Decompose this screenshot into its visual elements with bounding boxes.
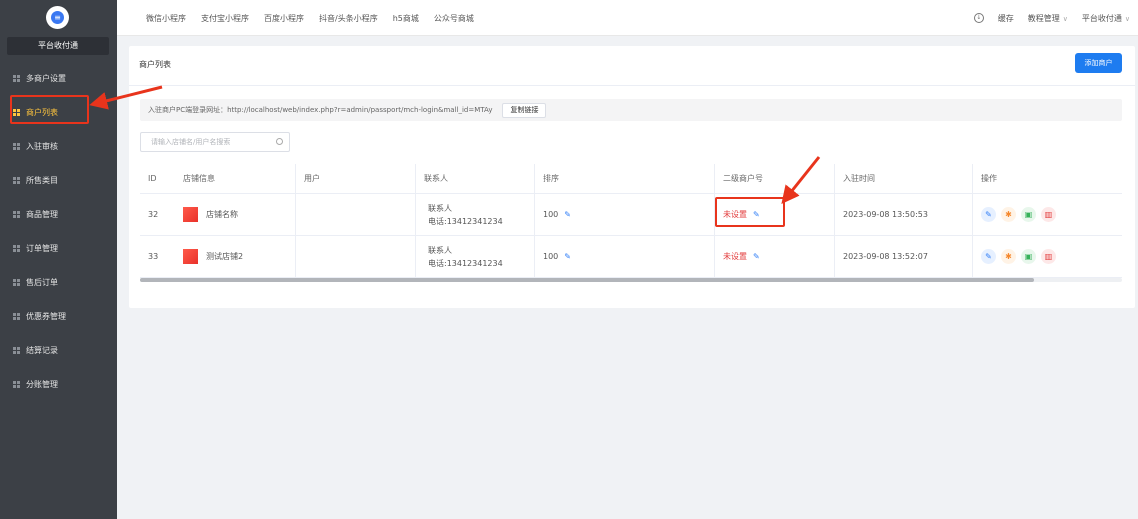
annotation-arrows [89,85,821,205]
annotation-arrow [781,156,821,205]
annotation-arrow [89,85,163,110]
